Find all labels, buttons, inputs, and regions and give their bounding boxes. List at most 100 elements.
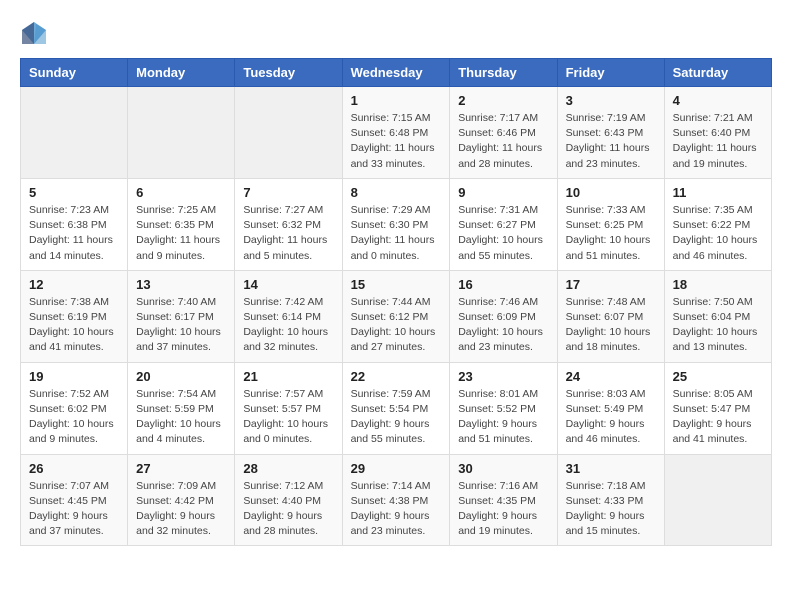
calendar-cell: 4 Sunrise: 7:21 AMSunset: 6:40 PMDaylight… (664, 87, 771, 179)
calendar-cell (21, 87, 128, 179)
day-number: 8 (351, 185, 442, 200)
calendar-cell: 11 Sunrise: 7:35 AMSunset: 6:22 PMDayligh… (664, 178, 771, 270)
calendar-cell: 16Sunrise: 7:46 AMSunset: 6:09 PMDayligh… (450, 270, 557, 362)
day-info: Sunrise: 7:48 AMSunset: 6:07 PMDaylight:… (566, 295, 656, 356)
day-info: Sunrise: 7:59 AMSunset: 5:54 PMDaylight:… (351, 387, 442, 448)
day-info: Sunrise: 7:50 AMSunset: 6:04 PMDaylight:… (673, 295, 763, 356)
calendar-cell: 22 Sunrise: 7:59 AMSunset: 5:54 PMDayligh… (342, 362, 450, 454)
calendar-day-header: Thursday (450, 59, 557, 87)
day-info: Sunrise: 7:25 AMSunset: 6:35 PMDaylight:… (136, 203, 226, 264)
calendar-day-header: Saturday (664, 59, 771, 87)
day-number: 4 (673, 93, 763, 108)
calendar-header-row: SundayMondayTuesdayWednesdayThursdayFrid… (21, 59, 772, 87)
day-number: 12 (29, 277, 119, 292)
day-info: Sunrise: 7:16 AMSunset: 4:35 PMDaylight:… (458, 479, 548, 540)
day-info: Sunrise: 7:21 AMSunset: 6:40 PMDaylight:… (673, 111, 763, 172)
calendar-cell: 9 Sunrise: 7:31 AMSunset: 6:27 PMDaylight… (450, 178, 557, 270)
calendar-cell (664, 454, 771, 546)
calendar-cell: 2Sunrise: 7:17 AMSunset: 6:46 PMDaylight… (450, 87, 557, 179)
day-number: 17 (566, 277, 656, 292)
day-info: Sunrise: 7:44 AMSunset: 6:12 PMDaylight:… (351, 295, 442, 356)
calendar-cell: 25 Sunrise: 8:05 AMSunset: 5:47 PMDayligh… (664, 362, 771, 454)
day-info: Sunrise: 7:40 AMSunset: 6:17 PMDaylight:… (136, 295, 226, 356)
calendar-cell: 1Sunrise: 7:15 AMSunset: 6:48 PMDaylight… (342, 87, 450, 179)
calendar-day-header: Tuesday (235, 59, 342, 87)
calendar-week-row: 5 Sunrise: 7:23 AMSunset: 6:38 PMDaylight… (21, 178, 772, 270)
calendar-week-row: 19 Sunrise: 7:52 AMSunset: 6:02 PMDayligh… (21, 362, 772, 454)
day-number: 15 (351, 277, 442, 292)
day-number: 21 (243, 369, 333, 384)
day-number: 7 (243, 185, 333, 200)
calendar-week-row: 12 Sunrise: 7:38 AMSunset: 6:19 PMDayligh… (21, 270, 772, 362)
day-info: Sunrise: 7:23 AMSunset: 6:38 PMDaylight:… (29, 203, 119, 264)
day-info: Sunrise: 7:27 AMSunset: 6:32 PMDaylight:… (243, 203, 333, 264)
calendar-cell: 5 Sunrise: 7:23 AMSunset: 6:38 PMDaylight… (21, 178, 128, 270)
day-number: 22 (351, 369, 442, 384)
calendar-day-header: Friday (557, 59, 664, 87)
calendar-cell: 8 Sunrise: 7:29 AMSunset: 6:30 PMDaylight… (342, 178, 450, 270)
calendar-cell: 3 Sunrise: 7:19 AMSunset: 6:43 PMDaylight… (557, 87, 664, 179)
calendar-cell: 30 Sunrise: 7:16 AMSunset: 4:35 PMDayligh… (450, 454, 557, 546)
day-info: Sunrise: 7:12 AMSunset: 4:40 PMDaylight:… (243, 479, 333, 540)
calendar: SundayMondayTuesdayWednesdayThursdayFrid… (20, 58, 772, 546)
day-info: Sunrise: 7:52 AMSunset: 6:02 PMDaylight:… (29, 387, 119, 448)
day-info: Sunrise: 8:03 AMSunset: 5:49 PMDaylight:… (566, 387, 656, 448)
day-number: 1 (351, 93, 442, 108)
day-number: 18 (673, 277, 763, 292)
calendar-cell: 21 Sunrise: 7:57 AMSunset: 5:57 PMDayligh… (235, 362, 342, 454)
day-number: 23 (458, 369, 548, 384)
day-info: Sunrise: 7:17 AMSunset: 6:46 PMDaylight:… (458, 111, 548, 172)
day-number: 26 (29, 461, 119, 476)
calendar-week-row: 1Sunrise: 7:15 AMSunset: 6:48 PMDaylight… (21, 87, 772, 179)
day-number: 10 (566, 185, 656, 200)
day-number: 27 (136, 461, 226, 476)
day-number: 29 (351, 461, 442, 476)
day-info: Sunrise: 7:14 AMSunset: 4:38 PMDaylight:… (351, 479, 442, 540)
page-header (20, 20, 772, 48)
calendar-cell: 23 Sunrise: 8:01 AMSunset: 5:52 PMDayligh… (450, 362, 557, 454)
day-number: 28 (243, 461, 333, 476)
day-number: 14 (243, 277, 333, 292)
calendar-cell: 31Sunrise: 7:18 AMSunset: 4:33 PMDayligh… (557, 454, 664, 546)
calendar-cell: 29 Sunrise: 7:14 AMSunset: 4:38 PMDayligh… (342, 454, 450, 546)
day-number: 13 (136, 277, 226, 292)
day-info: Sunrise: 7:42 AMSunset: 6:14 PMDaylight:… (243, 295, 333, 356)
day-number: 20 (136, 369, 226, 384)
day-info: Sunrise: 7:31 AMSunset: 6:27 PMDaylight:… (458, 203, 548, 264)
day-info: Sunrise: 8:01 AMSunset: 5:52 PMDaylight:… (458, 387, 548, 448)
day-number: 25 (673, 369, 763, 384)
day-info: Sunrise: 7:18 AMSunset: 4:33 PMDaylight:… (566, 479, 656, 540)
calendar-cell: 7 Sunrise: 7:27 AMSunset: 6:32 PMDaylight… (235, 178, 342, 270)
calendar-cell: 14 Sunrise: 7:42 AMSunset: 6:14 PMDayligh… (235, 270, 342, 362)
day-info: Sunrise: 7:38 AMSunset: 6:19 PMDaylight:… (29, 295, 119, 356)
day-number: 19 (29, 369, 119, 384)
day-info: Sunrise: 7:35 AMSunset: 6:22 PMDaylight:… (673, 203, 763, 264)
day-info: Sunrise: 8:05 AMSunset: 5:47 PMDaylight:… (673, 387, 763, 448)
day-number: 6 (136, 185, 226, 200)
day-info: Sunrise: 7:57 AMSunset: 5:57 PMDaylight:… (243, 387, 333, 448)
day-number: 9 (458, 185, 548, 200)
calendar-cell (128, 87, 235, 179)
logo (20, 20, 52, 48)
calendar-day-header: Sunday (21, 59, 128, 87)
day-info: Sunrise: 7:07 AMSunset: 4:45 PMDaylight:… (29, 479, 119, 540)
calendar-cell: 20 Sunrise: 7:54 AMSunset: 5:59 PMDayligh… (128, 362, 235, 454)
day-info: Sunrise: 7:46 AMSunset: 6:09 PMDaylight:… (458, 295, 548, 356)
day-info: Sunrise: 7:19 AMSunset: 6:43 PMDaylight:… (566, 111, 656, 172)
calendar-cell: 17 Sunrise: 7:48 AMSunset: 6:07 PMDayligh… (557, 270, 664, 362)
calendar-cell: 19 Sunrise: 7:52 AMSunset: 6:02 PMDayligh… (21, 362, 128, 454)
day-number: 11 (673, 185, 763, 200)
calendar-cell: 13 Sunrise: 7:40 AMSunset: 6:17 PMDayligh… (128, 270, 235, 362)
day-info: Sunrise: 7:29 AMSunset: 6:30 PMDaylight:… (351, 203, 442, 264)
calendar-cell (235, 87, 342, 179)
calendar-cell: 15 Sunrise: 7:44 AMSunset: 6:12 PMDayligh… (342, 270, 450, 362)
calendar-week-row: 26 Sunrise: 7:07 AMSunset: 4:45 PMDayligh… (21, 454, 772, 546)
calendar-cell: 12 Sunrise: 7:38 AMSunset: 6:19 PMDayligh… (21, 270, 128, 362)
day-number: 24 (566, 369, 656, 384)
calendar-cell: 6 Sunrise: 7:25 AMSunset: 6:35 PMDaylight… (128, 178, 235, 270)
day-number: 30 (458, 461, 548, 476)
day-number: 5 (29, 185, 119, 200)
calendar-cell: 24 Sunrise: 8:03 AMSunset: 5:49 PMDayligh… (557, 362, 664, 454)
day-number: 3 (566, 93, 656, 108)
day-info: Sunrise: 7:54 AMSunset: 5:59 PMDaylight:… (136, 387, 226, 448)
